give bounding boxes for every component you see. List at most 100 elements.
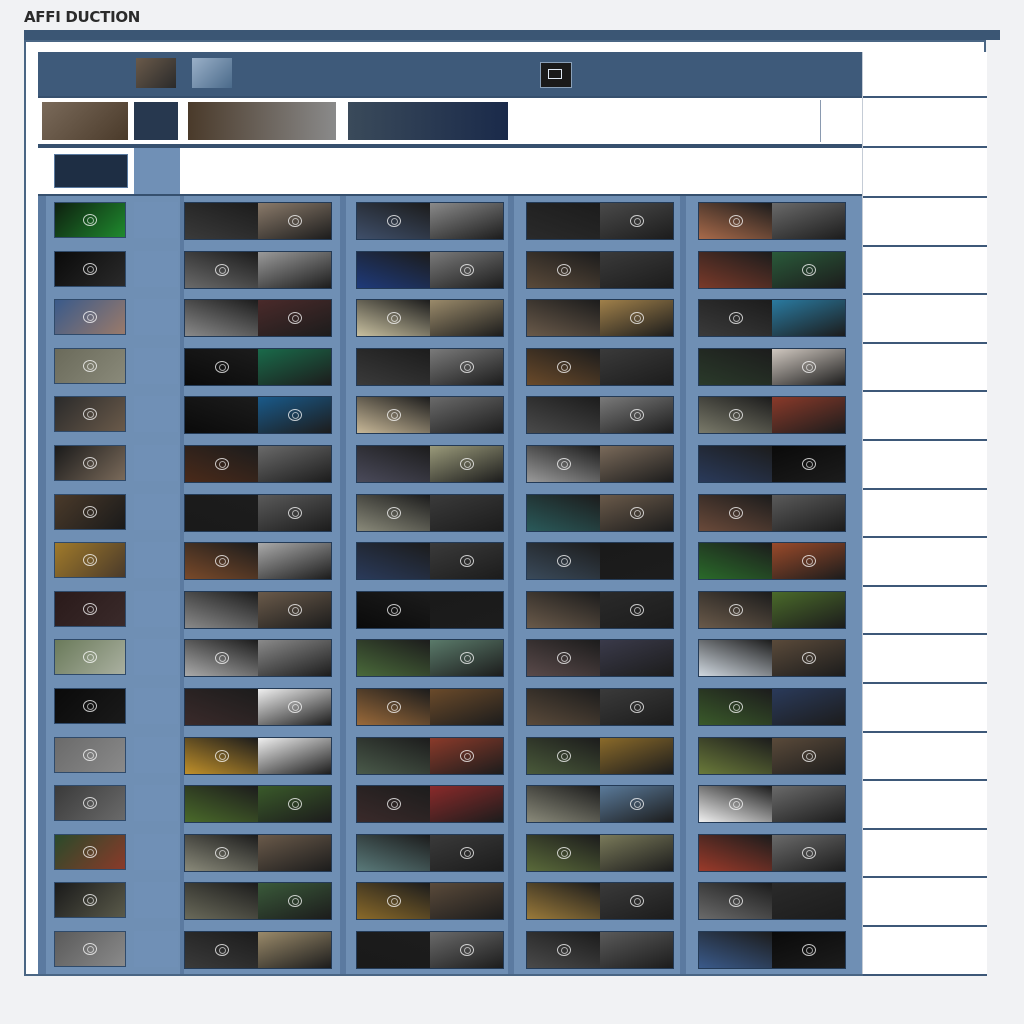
media-frame[interactable] [258, 397, 331, 434]
row-thumbnail[interactable] [54, 931, 126, 967]
media-cell[interactable] [184, 542, 332, 581]
media-frame[interactable] [772, 251, 845, 288]
media-cell[interactable] [526, 688, 674, 726]
media-frame[interactable] [185, 348, 258, 385]
media-frame[interactable] [527, 689, 600, 725]
row-thumbnail[interactable] [54, 833, 126, 870]
media-frame[interactable] [430, 689, 503, 725]
media-cell[interactable] [184, 445, 332, 483]
media-frame[interactable] [527, 251, 600, 288]
media-cell[interactable] [356, 931, 504, 969]
media-frame[interactable] [527, 932, 600, 968]
media-frame[interactable] [258, 737, 331, 774]
media-cell[interactable] [698, 396, 846, 435]
media-frame[interactable] [258, 300, 331, 337]
media-cell[interactable] [356, 590, 504, 629]
media-frame[interactable] [699, 932, 772, 968]
media-frame[interactable] [430, 494, 503, 531]
row-key-cell[interactable] [134, 347, 178, 384]
media-frame[interactable] [699, 494, 772, 531]
media-frame[interactable] [258, 591, 331, 628]
media-frame[interactable] [699, 251, 772, 288]
media-cell[interactable] [526, 639, 674, 678]
media-cell[interactable] [526, 833, 674, 872]
media-frame[interactable] [430, 932, 503, 968]
media-frame[interactable] [357, 932, 430, 968]
row-key-cell[interactable] [134, 882, 178, 919]
media-frame[interactable] [600, 300, 673, 337]
media-frame[interactable] [185, 883, 258, 920]
media-cell[interactable] [698, 639, 846, 678]
row-key-cell[interactable] [134, 688, 178, 724]
media-frame[interactable] [699, 300, 772, 337]
row-thumbnail[interactable] [54, 250, 126, 287]
media-cell[interactable] [356, 299, 504, 338]
media-cell[interactable] [184, 299, 332, 338]
row-thumbnail[interactable] [54, 785, 126, 822]
media-frame[interactable] [527, 446, 600, 482]
media-frame[interactable] [527, 591, 600, 628]
media-frame[interactable] [430, 640, 503, 677]
media-frame[interactable] [185, 737, 258, 774]
media-frame[interactable] [600, 689, 673, 725]
media-frame[interactable] [600, 494, 673, 531]
media-frame[interactable] [357, 786, 430, 823]
media-cell[interactable] [184, 882, 332, 921]
row-key-cell[interactable] [134, 736, 178, 773]
media-frame[interactable] [185, 494, 258, 531]
media-cell[interactable] [698, 931, 846, 969]
media-frame[interactable] [185, 251, 258, 288]
media-cell[interactable] [526, 882, 674, 921]
media-frame[interactable] [527, 834, 600, 871]
row-key-cell[interactable] [134, 590, 178, 627]
media-cell[interactable] [356, 445, 504, 483]
row-key-cell[interactable] [134, 250, 178, 287]
media-frame[interactable] [772, 348, 845, 385]
media-frame[interactable] [600, 543, 673, 580]
media-cell[interactable] [356, 736, 504, 775]
media-frame[interactable] [527, 300, 600, 337]
media-frame[interactable] [772, 883, 845, 920]
media-frame[interactable] [258, 348, 331, 385]
media-cell[interactable] [356, 202, 504, 240]
media-cell[interactable] [184, 493, 332, 532]
media-cell[interactable] [184, 396, 332, 435]
media-frame[interactable] [185, 543, 258, 580]
row-key-cell[interactable] [134, 785, 178, 822]
media-frame[interactable] [699, 640, 772, 677]
media-cell[interactable] [356, 396, 504, 435]
media-frame[interactable] [258, 689, 331, 725]
media-frame[interactable] [430, 591, 503, 628]
media-cell[interactable] [698, 347, 846, 386]
media-cell[interactable] [184, 202, 332, 240]
media-frame[interactable] [772, 446, 845, 482]
media-frame[interactable] [430, 543, 503, 580]
media-frame[interactable] [600, 932, 673, 968]
row-thumbnail[interactable] [54, 542, 126, 579]
media-cell[interactable] [184, 833, 332, 872]
media-frame[interactable] [258, 834, 331, 871]
media-cell[interactable] [526, 931, 674, 969]
media-frame[interactable] [357, 300, 430, 337]
media-cell[interactable] [356, 639, 504, 678]
media-cell[interactable] [698, 493, 846, 532]
media-frame[interactable] [600, 883, 673, 920]
media-frame[interactable] [258, 446, 331, 482]
media-frame[interactable] [357, 494, 430, 531]
media-frame[interactable] [699, 348, 772, 385]
media-cell[interactable] [184, 347, 332, 386]
media-cell[interactable] [184, 931, 332, 969]
info-thumbnail[interactable] [42, 102, 128, 140]
media-frame[interactable] [185, 591, 258, 628]
media-frame[interactable] [258, 640, 331, 677]
media-frame[interactable] [258, 203, 331, 239]
media-frame[interactable] [600, 203, 673, 239]
media-frame[interactable] [430, 348, 503, 385]
media-cell[interactable] [356, 785, 504, 824]
media-cell[interactable] [184, 688, 332, 726]
row-key-cell[interactable] [134, 639, 178, 676]
media-frame[interactable] [527, 494, 600, 531]
row-thumbnail[interactable] [54, 396, 126, 433]
media-cell[interactable] [526, 590, 674, 629]
row-key-cell[interactable] [134, 299, 178, 336]
